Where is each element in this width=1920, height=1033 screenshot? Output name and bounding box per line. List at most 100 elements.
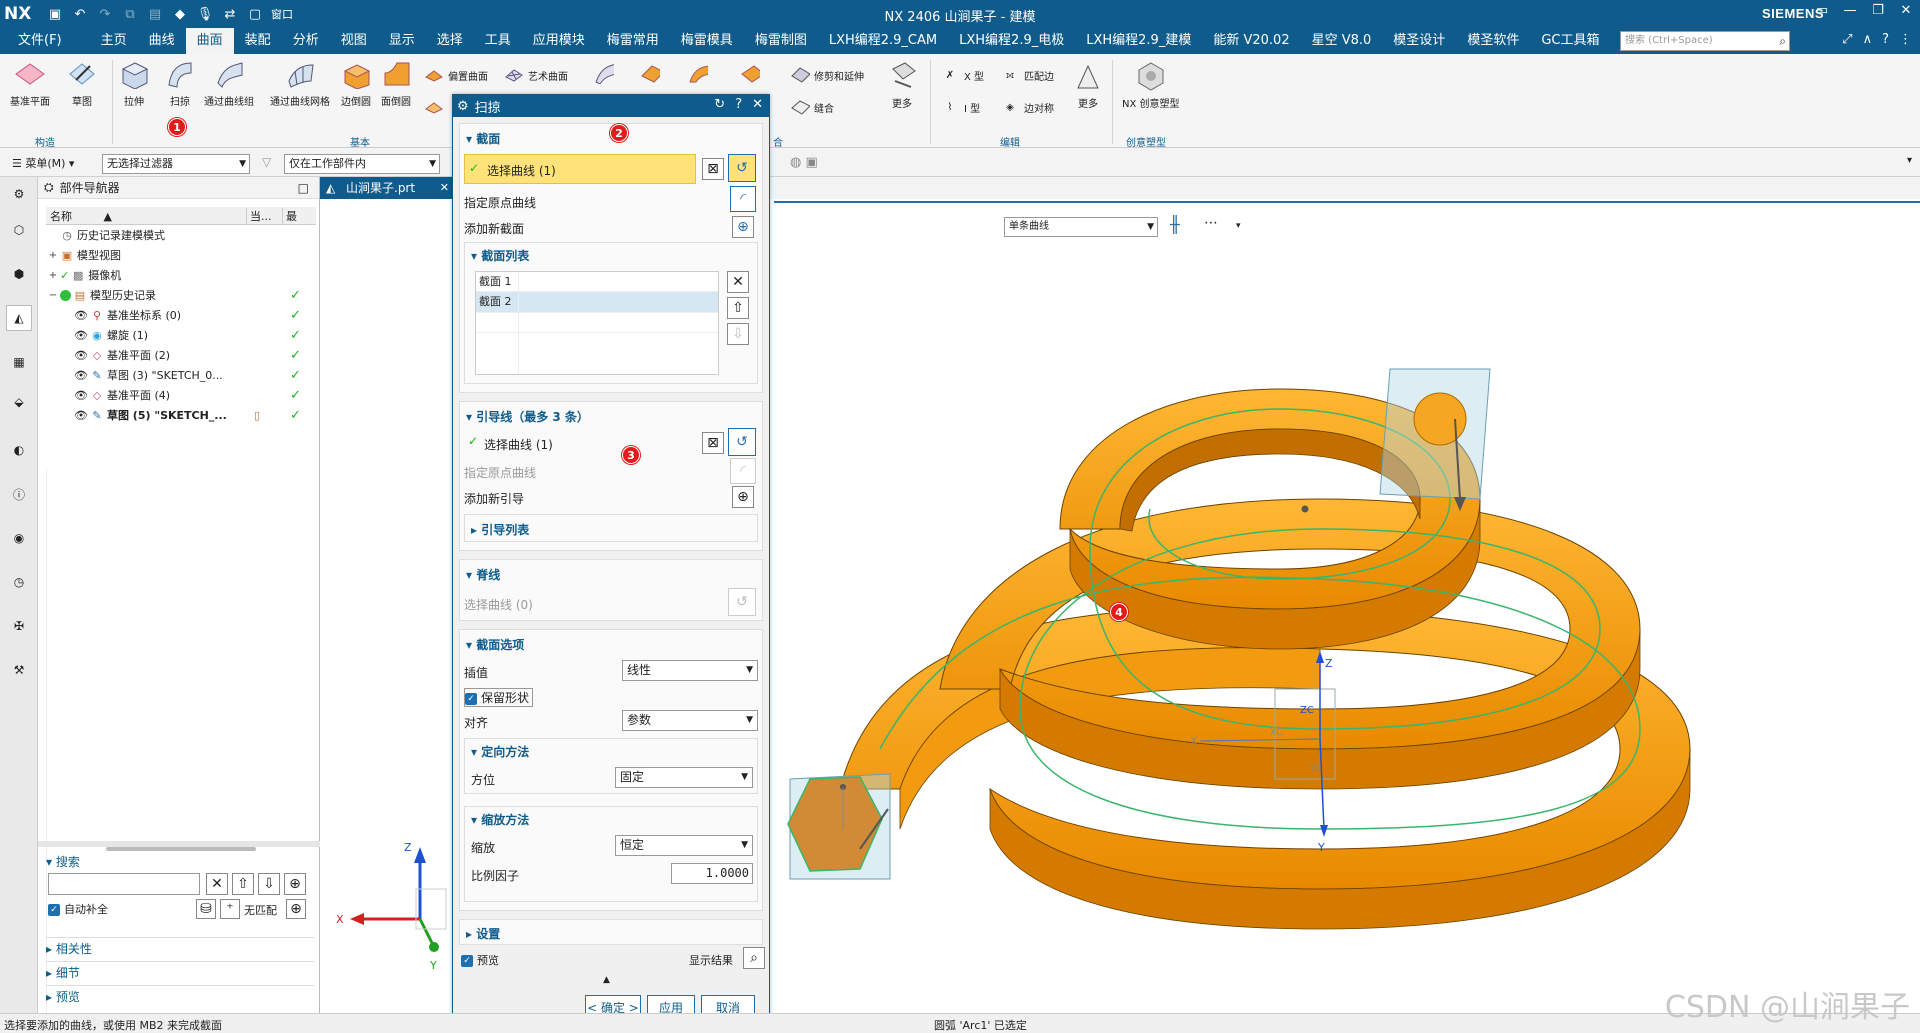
menu-tab-meilei-drawing[interactable]: 梅雷制图 xyxy=(744,28,818,54)
search-options-icon[interactable]: ⊕ xyxy=(284,873,306,895)
navigator-row[interactable]: 👁 ✎ 草图 (3) "SKETCH_0... ✓ xyxy=(46,365,316,385)
navigator-row[interactable]: + ▣ 模型视图 xyxy=(46,245,316,265)
visibility-eye-icon[interactable]: 👁 xyxy=(74,349,88,362)
reset-icon[interactable]: ↻ xyxy=(714,97,725,112)
sweep-model-viewport[interactable]: Z ZC XC YC X Y xyxy=(760,269,1920,989)
visibility-eye-icon[interactable]: 👁 xyxy=(74,389,88,402)
column-current[interactable]: 当... xyxy=(246,207,282,224)
horizontal-scrollbar[interactable] xyxy=(106,847,256,851)
snap-icon[interactable]: ◍ ▣ xyxy=(790,155,818,170)
navigator-row[interactable]: 👁 ⚲ 基准坐标系 (0) ✓ xyxy=(46,305,316,325)
menu-tab-mosheng-design[interactable]: 模圣设计 xyxy=(1382,28,1456,54)
settings-header[interactable]: ▸ 设置 xyxy=(466,925,500,942)
menu-tab-xingkong[interactable]: 星空 V8.0 xyxy=(1301,28,1383,54)
surface-tool-2[interactable] xyxy=(688,64,708,83)
minimize-button[interactable]: — xyxy=(1842,3,1858,18)
command-finder-icon[interactable]: ◆ xyxy=(171,5,189,23)
menu-tab-assembly[interactable]: 装配 xyxy=(234,28,282,54)
hd3d-tools-icon[interactable]: ⬙ xyxy=(6,389,32,415)
section-list-item-selected[interactable]: 截面 2 xyxy=(476,292,718,312)
expand-toggle-icon[interactable]: + xyxy=(48,270,58,281)
deselect-icon[interactable]: ⊠ xyxy=(702,158,724,180)
menu-tab-applications[interactable]: 应用模块 xyxy=(522,28,596,54)
menu-tab-meilei-common[interactable]: 梅雷常用 xyxy=(596,28,670,54)
nx-creative-button[interactable]: NX 创意塑型 xyxy=(1122,60,1180,110)
edge-symmetry-button[interactable]: ◈ 边对称 xyxy=(1000,98,1054,116)
search-section-header[interactable]: ▾ 搜索 xyxy=(46,853,314,870)
maximize-panel-icon[interactable]: □ xyxy=(298,181,309,195)
menu-tab-gc-toolbox[interactable]: GC工具箱 xyxy=(1530,28,1610,54)
curve-select-icon[interactable]: ↺ xyxy=(728,154,756,182)
assembly-navigator-icon[interactable]: ⬡ xyxy=(6,217,32,243)
visibility-eye-icon[interactable]: 👁 xyxy=(74,329,88,342)
visibility-eye-icon[interactable]: 👁 xyxy=(74,409,88,422)
scaling-header[interactable]: ▾ 缩放方法 xyxy=(471,811,529,828)
guide-list-header[interactable]: ▸ 引导列表 xyxy=(471,521,529,538)
orientation-select[interactable]: 固定 ▼ xyxy=(615,767,753,788)
search-add-icon[interactable]: ⁺ xyxy=(220,899,240,919)
menu-tab-meilei-mold[interactable]: 梅雷模具 xyxy=(670,28,744,54)
menu-tab-surface[interactable]: 曲面 xyxy=(185,28,234,54)
role-icon[interactable]: ⚒ xyxy=(6,657,32,683)
menu-tab-display[interactable]: 显示 xyxy=(378,28,426,54)
sweep-button[interactable]: 扫掠 xyxy=(164,58,196,108)
restore-ribbon-button[interactable]: ▭ xyxy=(1814,3,1830,18)
expand-toggle-icon[interactable]: − xyxy=(48,290,58,301)
origin-curve-icon[interactable]: ◜ xyxy=(730,186,756,212)
constraint-navigator-icon[interactable]: ⬢ xyxy=(6,261,32,287)
menu-tab-select[interactable]: 选择 xyxy=(426,28,474,54)
remove-section-icon[interactable]: ✕ xyxy=(727,271,749,293)
part-navigator-icon[interactable]: ◭ xyxy=(6,305,32,331)
part-file-tab[interactable]: ◭ 山涧果子.prt ✕ xyxy=(320,177,453,199)
menu-tab-curve[interactable]: 曲线 xyxy=(138,28,186,54)
scaling-select[interactable]: 恒定 ▼ xyxy=(615,835,753,856)
guide-deselect-icon[interactable]: ⊠ xyxy=(702,432,724,454)
match-edge-button[interactable]: ⟗ 匹配边 xyxy=(1000,66,1054,84)
preview-section[interactable]: ▸ 预览 xyxy=(46,985,314,1005)
globe-icon[interactable]: ◉ xyxy=(6,525,32,551)
guide-origin-curve-icon[interactable]: ◜ xyxy=(730,458,756,484)
more-options-dots-icon[interactable]: ⋯ xyxy=(1204,215,1218,231)
navigator-splitter[interactable] xyxy=(38,841,320,847)
search-prev-icon[interactable]: ⇧ xyxy=(232,873,254,895)
help-icon[interactable]: ? xyxy=(735,97,742,112)
selection-scope-select[interactable]: 仅在工作部件内 ▼ xyxy=(284,154,440,174)
auto-complete-checkbox[interactable]: ✓ 自动补全 xyxy=(48,901,108,917)
spine-curve-select-icon[interactable]: ↺ xyxy=(728,588,756,616)
navigator-search-input[interactable] xyxy=(48,873,200,895)
reuse-library-icon[interactable]: ▦ xyxy=(6,349,32,375)
tools-icon[interactable]: ✠ xyxy=(6,613,32,639)
dependencies-section[interactable]: ▸ 相关性 xyxy=(46,937,314,957)
menu-tab-mosheng-software[interactable]: 模圣软件 xyxy=(1456,28,1530,54)
window-menu-label[interactable]: 窗口 xyxy=(271,5,293,23)
paste-icon[interactable]: ▤ xyxy=(146,5,164,23)
add-new-section-label[interactable]: 添加新截面 xyxy=(464,220,524,237)
close-button[interactable]: ✕ xyxy=(1898,3,1914,18)
specify-origin-curve-label[interactable]: 指定原点曲线 xyxy=(464,194,536,211)
search-settings-icon[interactable]: ⊕ xyxy=(286,899,306,919)
menu-file[interactable]: 文件(F) xyxy=(0,28,90,54)
visibility-eye-icon[interactable]: 👁 xyxy=(74,369,88,382)
guide-select-curve-label[interactable]: 选择曲线 (1) xyxy=(484,436,553,453)
alignment-select[interactable]: 参数 ▼ xyxy=(622,710,758,731)
mic-icon[interactable]: 🎙 xyxy=(196,5,214,23)
fullscreen-icon[interactable]: ⤢ xyxy=(1842,32,1852,47)
menu-tab-view[interactable]: 视图 xyxy=(330,28,378,54)
check-icon[interactable]: ✓ xyxy=(60,269,69,282)
navigator-row[interactable]: ◷ 历史记录建模模式 xyxy=(46,225,316,245)
menu-tab-lxh-modeling[interactable]: LXH编程2.9_建模 xyxy=(1075,28,1202,54)
x-type-button[interactable]: ✗ X 型 xyxy=(940,66,984,84)
curve-rule-select[interactable]: 单条曲线 ▼ xyxy=(1004,217,1158,237)
add-section-icon[interactable]: ⊕ xyxy=(732,216,754,238)
add-new-guide-label[interactable]: 添加新引导 xyxy=(464,490,524,507)
edge-blend-button[interactable]: 边倒圆 xyxy=(340,58,372,108)
more-button-2[interactable]: 更多 xyxy=(1072,60,1104,110)
guide-origin-curve-label[interactable]: 指定原点曲线 xyxy=(464,464,536,481)
menu-tab-nengxin[interactable]: 能新 V20.02 xyxy=(1202,28,1300,54)
menu-tab-tools[interactable]: 工具 xyxy=(474,28,522,54)
spine-select-curve-label[interactable]: 选择曲线 (0) xyxy=(464,596,533,613)
command-search-input[interactable]: 搜索 (Ctrl+Space) ⌕ xyxy=(1620,31,1790,51)
ribbon-more-surface-icon[interactable] xyxy=(594,64,614,84)
window-icon[interactable]: ▢ xyxy=(246,5,264,23)
navigator-row[interactable]: 👁 ✎ 草图 (5) "SKETCH_... ▯ ✓ xyxy=(46,405,316,425)
